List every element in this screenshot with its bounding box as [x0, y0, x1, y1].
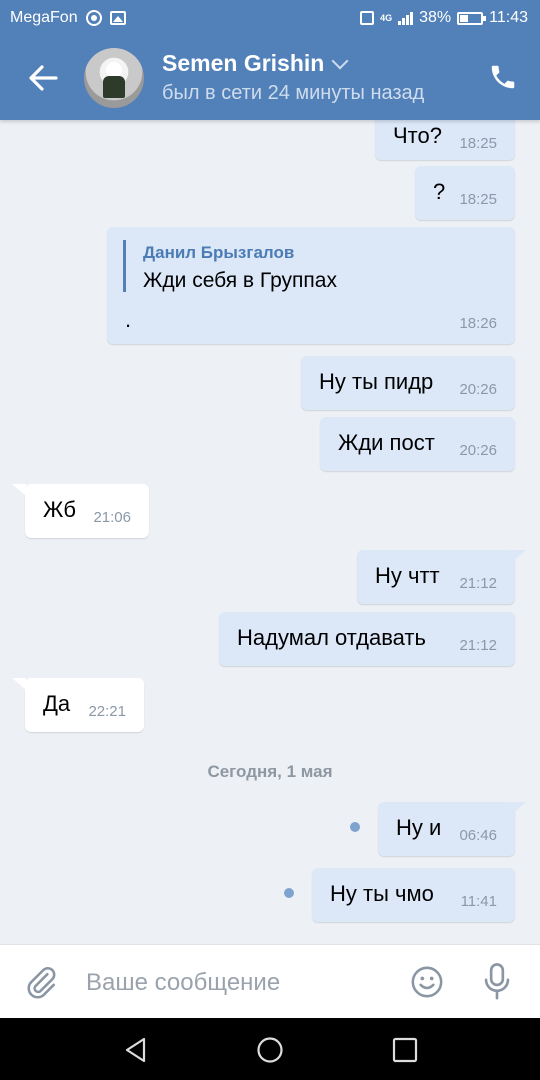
date-separator: Сегодня, 1 мая [207, 762, 333, 781]
message-bubble-reply[interactable]: Данил Брызгалов Жди себя в Группах . 18:… [107, 227, 515, 344]
nav-home-button[interactable] [256, 1036, 284, 1064]
message-time: 20:26 [459, 381, 497, 398]
message-time: 11:41 [460, 893, 497, 910]
call-button[interactable] [488, 62, 518, 92]
contact-name-row[interactable]: Semen Grishin [162, 50, 349, 77]
last-seen-status: был в сети 24 минуты назад [162, 82, 425, 104]
message-text: Жди пост [338, 430, 435, 455]
circle-home-icon [257, 1037, 283, 1063]
message-time: 18:26 [459, 315, 497, 332]
message-composer [0, 944, 540, 1019]
message-text: Да [43, 691, 71, 716]
message-text: ? [433, 179, 446, 204]
system-nav-bar [0, 1018, 540, 1080]
message-time: 21:06 [93, 509, 131, 526]
message-time: 21:12 [459, 575, 497, 592]
message-time: 06:46 [459, 827, 497, 844]
image-notification-icon [109, 11, 126, 25]
message-bubble[interactable]: Что? 18:25 [375, 120, 515, 160]
quote-text: Жди себя в Группах [143, 269, 337, 292]
message-time: 21:12 [459, 637, 497, 654]
message-text: Что? [393, 123, 442, 148]
avatar[interactable] [84, 48, 144, 108]
message-text: Ну ты пидр [319, 369, 434, 394]
message-bubble[interactable]: Ну и 06:46 [378, 802, 526, 856]
vibrate-icon [360, 11, 375, 25]
message-bubble[interactable]: Надумал отдавать 21:12 [219, 612, 515, 666]
message-text: . [125, 307, 132, 332]
status-bar: MegaFon 4G 38% 11:43 [0, 0, 540, 36]
microphone-icon [484, 963, 510, 1000]
attach-button[interactable] [24, 965, 58, 999]
message-bubble-incoming[interactable]: Жб 21:06 [12, 484, 149, 538]
smile-icon [411, 966, 443, 998]
arrow-left-icon [29, 65, 58, 91]
message-text: Ну чтт [375, 563, 440, 588]
paperclip-icon [27, 967, 56, 999]
signal-icon [398, 11, 414, 25]
quote-bar [123, 240, 126, 292]
message-text: Ну ты чмо [330, 881, 434, 906]
nav-back-button[interactable] [122, 1036, 150, 1064]
message-bubble[interactable]: Ну ты пидр 20:26 [301, 356, 515, 410]
message-time: 18:25 [459, 191, 497, 208]
contact-name: Semen Grishin [162, 50, 325, 76]
message-bubble[interactable]: Ну ты чмо 11:41 [312, 868, 515, 922]
carrier-label: MegaFon [10, 9, 78, 26]
message-input[interactable] [84, 959, 388, 1007]
clock: 11:43 [489, 9, 528, 26]
back-button[interactable] [26, 62, 60, 94]
message-text: Ну и [396, 815, 442, 840]
message-bubble[interactable]: ? 18:25 [415, 166, 515, 220]
quote-author[interactable]: Данил Брызгалов [143, 243, 294, 263]
emoji-button[interactable] [410, 965, 444, 999]
battery-percent: 38% [419, 9, 452, 26]
square-recents-icon [392, 1037, 418, 1063]
chevron-down-icon [331, 52, 349, 69]
message-text: Жб [43, 497, 76, 522]
message-bubble-incoming[interactable]: Да 22:21 [12, 678, 144, 732]
message-time: 20:26 [459, 442, 497, 459]
chat-header: Semen Grishin был в сети 24 минуты назад [0, 36, 540, 120]
voice-message-button[interactable] [482, 963, 512, 1001]
message-bubble[interactable]: Ну чтт 21:12 [357, 550, 526, 604]
message-bubble[interactable]: Жди пост 20:26 [320, 417, 515, 471]
message-list[interactable]: Что? 18:25 ? 18:25 Данил Брызгалов Жди с… [0, 120, 540, 944]
avatar-cat-body [103, 76, 125, 98]
phone-icon [491, 65, 515, 89]
chrome-notification-icon [85, 10, 102, 26]
nav-recents-button[interactable] [391, 1036, 419, 1064]
message-text: Надумал отдавать [237, 625, 426, 650]
unread-indicator [350, 822, 360, 832]
unread-indicator [284, 888, 294, 898]
triangle-back-icon [125, 1037, 146, 1063]
battery-icon [457, 11, 487, 25]
message-time: 22:21 [88, 703, 126, 720]
network-type: 4G [380, 13, 393, 23]
message-time: 18:25 [459, 135, 497, 152]
